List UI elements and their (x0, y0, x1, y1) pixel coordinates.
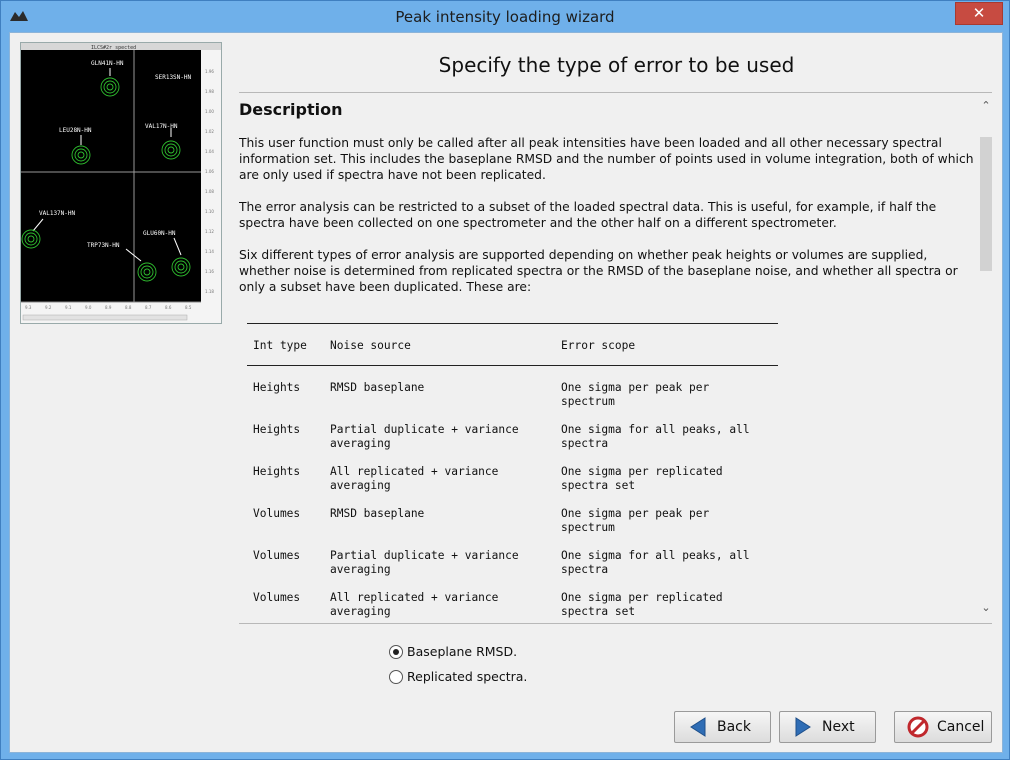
svg-text:1.16: 1.16 (205, 269, 214, 274)
peak-label: GLU60N-HN (143, 230, 176, 237)
peak-label: LEU28N-HN (59, 127, 92, 134)
svg-text:1.12: 1.12 (205, 229, 214, 234)
svg-text:1.04: 1.04 (205, 149, 214, 154)
scroll-down-icon[interactable]: ⌄ (978, 601, 994, 617)
description-paragraph: Six different types of error analysis ar… (239, 248, 958, 294)
peak-label: TRP73N-HN (87, 242, 120, 249)
description-paragraph: The error analysis can be restricted to … (239, 200, 937, 230)
radio-unchecked-icon[interactable] (389, 669, 403, 684)
table-cell: All replicated + variance averaging (330, 465, 499, 492)
svg-text:1.98: 1.98 (205, 89, 214, 94)
left-arrow-icon (690, 717, 706, 737)
table-cell: One sigma per peak per spectrum (561, 381, 710, 408)
svg-text:1.14: 1.14 (205, 249, 214, 254)
cancel-label: Cancel (937, 719, 985, 735)
table-cell: Volumes (253, 549, 301, 562)
table-cell: Heights (253, 423, 301, 436)
scroll-up-icon[interactable]: ⌃ (978, 99, 994, 115)
svg-text:9.2: 9.2 (45, 305, 52, 310)
svg-text:9.0: 9.0 (85, 305, 92, 310)
table-cell: One sigma per replicated spectra set (561, 465, 723, 492)
wizard-client-area: ILCS#2r_spected 1.96 1.98 1.00 1.02 1.04 1.0… (9, 32, 1003, 753)
table-cell: Partial duplicate + variance averaging (330, 423, 519, 450)
option-replicated-spectra[interactable]: Replicated spectra. (389, 669, 527, 684)
back-label: Back (717, 719, 751, 735)
next-label: Next (822, 719, 855, 735)
option-baseplane-rmsd[interactable]: Baseplane RMSD. (389, 644, 517, 659)
table-header: Error scope (561, 339, 636, 352)
svg-text:1.02: 1.02 (205, 129, 214, 134)
svg-text:1.00: 1.00 (205, 109, 214, 114)
radio-checked-icon[interactable] (389, 644, 403, 659)
description-title: Description (239, 100, 343, 119)
description-scrollbar[interactable]: ⌃ ⌄ (978, 93, 994, 623)
description-paragraph: This user function must only be called a… (239, 136, 974, 182)
svg-text:9.1: 9.1 (65, 305, 72, 310)
table-cell: RMSD baseplane (330, 507, 425, 520)
title-bar[interactable]: Peak intensity loading wizard ✕ (1, 1, 1009, 31)
table-header: Int type (253, 339, 307, 352)
svg-text:1.18: 1.18 (205, 289, 214, 294)
table-cell: Volumes (253, 507, 301, 520)
svg-text:1.06: 1.06 (205, 169, 214, 174)
peak-label: SER13SN-HN (155, 74, 192, 81)
svg-text:8.6: 8.6 (165, 305, 172, 310)
option-label: Replicated spectra. (407, 669, 528, 684)
table-cell: Heights (253, 465, 301, 478)
table-cell: All replicated + variance averaging (330, 591, 499, 618)
svg-text:1.10: 1.10 (205, 209, 214, 214)
svg-text:8.8: 8.8 (125, 305, 132, 310)
wizard-window: Peak intensity loading wizard ✕ ILCS#2r_… (0, 0, 1010, 760)
peak-label: GLN41N-HN (91, 60, 124, 67)
right-arrow-icon (795, 717, 811, 737)
table-header: Noise source (330, 339, 411, 352)
peak-label: VAL17N-HN (145, 123, 178, 130)
scroll-thumb[interactable] (980, 137, 992, 271)
svg-text:8.9: 8.9 (105, 305, 112, 310)
svg-text:8.7: 8.7 (145, 305, 152, 310)
svg-text:1.08: 1.08 (205, 189, 214, 194)
table-cell: One sigma for all peaks, all spectra (561, 549, 750, 576)
option-label: Baseplane RMSD. (407, 644, 518, 659)
next-button[interactable]: Next (779, 711, 876, 743)
svg-text:1.96: 1.96 (205, 69, 214, 74)
window-title: Peak intensity loading wizard (395, 8, 615, 26)
table-cell: RMSD baseplane (330, 381, 425, 394)
table-cell: Volumes (253, 591, 301, 604)
table-cell: Partial duplicate + variance averaging (330, 549, 519, 576)
page-heading: Specify the type of error to be used (438, 53, 795, 77)
svg-text:9.3: 9.3 (25, 305, 32, 310)
cancel-icon (907, 716, 929, 738)
table-cell: One sigma for all peaks, all spectra (561, 423, 750, 450)
close-button[interactable]: ✕ (955, 2, 1003, 25)
svg-text:8.5: 8.5 (185, 305, 192, 310)
table-cell: One sigma per replicated spectra set (561, 591, 723, 618)
table-cell: One sigma per peak per spectrum (561, 507, 710, 534)
cancel-button[interactable]: Cancel (894, 711, 992, 743)
back-button[interactable]: Back (674, 711, 771, 743)
spectrum-image: ILCS#2r_spected 1.96 1.98 1.00 1.02 1.04 1.0… (20, 42, 222, 324)
description-panel[interactable]: Description This user function must only… (239, 93, 994, 623)
table-cell: Heights (253, 381, 301, 394)
divider (239, 623, 992, 624)
peak-label: VAL137N-HN (39, 210, 76, 217)
table-rule (247, 323, 778, 324)
table-rule (247, 365, 778, 366)
